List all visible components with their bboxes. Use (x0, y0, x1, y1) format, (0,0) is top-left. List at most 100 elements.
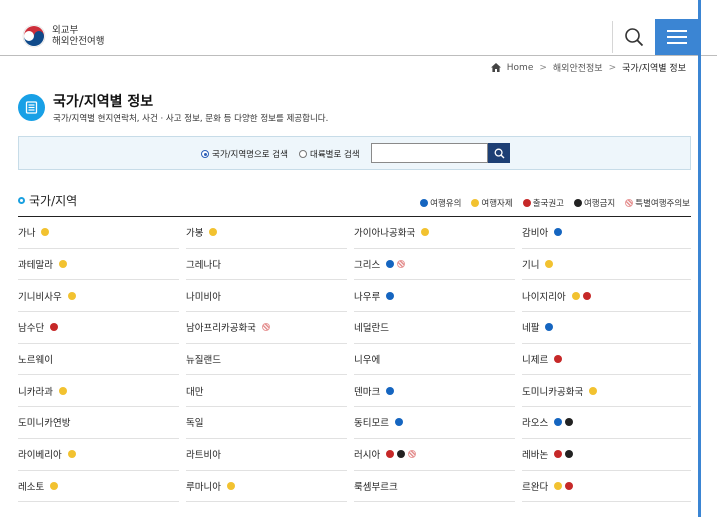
search-icon (494, 148, 504, 158)
legend-label: 출국권고 (532, 199, 564, 209)
country-item[interactable]: 루마니아 (186, 471, 347, 503)
country-item[interactable]: 노르웨이 (18, 344, 179, 376)
legend-item-restraint: 여행자제 (471, 197, 513, 209)
restraint-alert-icon (209, 228, 218, 237)
country-item[interactable]: 남아프리카공화국 (186, 312, 347, 344)
country-item[interactable]: 나우루 (354, 280, 515, 313)
breadcrumb: Home > 해외안전정보 > 국가/지역별 정보 (490, 61, 686, 74)
country-item[interactable]: 가봉 (186, 217, 347, 249)
country-item[interactable]: 가나 (18, 217, 179, 249)
country-name: 뉴질랜드 (186, 355, 221, 367)
departure-alert-icon (50, 323, 59, 332)
country-row: 가나 가봉 가이아나공화국 감비아 (18, 217, 691, 249)
restraint-alert-icon (58, 260, 67, 269)
country-name: 독일 (186, 418, 204, 430)
page-subtitle: 국가/지역별 현지연락처, 사건 · 사고 정보, 문화 등 다양한 정보를 제… (53, 114, 329, 124)
country-name: 네덜란드 (354, 323, 389, 335)
restraint-alert-icon (67, 450, 76, 459)
logo-line1: 외교부 (52, 25, 79, 36)
country-item[interactable]: 과테말라 (18, 249, 179, 281)
country-item[interactable]: 러시아 (354, 439, 515, 471)
restraint-alert-icon (226, 481, 235, 490)
country-item[interactable]: 네덜란드 (354, 312, 515, 344)
country-item[interactable]: 그리스 (354, 249, 515, 281)
country-row: 기니비사우 나미비아 나우루 나이지리아 (18, 280, 691, 313)
page-edge-bar (698, 0, 701, 517)
breadcrumb-home[interactable]: Home (507, 63, 534, 73)
country-item[interactable]: 니카라과 (18, 375, 179, 408)
country-item[interactable]: 룩셈부르크 (354, 471, 515, 503)
search-submit-button[interactable] (488, 143, 510, 163)
country-item[interactable]: 독일 (186, 407, 347, 439)
home-icon[interactable] (490, 63, 501, 72)
country-row: 노르웨이 뉴질랜드 니우에 니제르 (18, 344, 691, 376)
country-item[interactable]: 레바논 (522, 439, 691, 471)
breadcrumb-separator: > (539, 62, 547, 73)
legend-item-banned: 여행금지 (573, 197, 616, 209)
country-name: 니제르 (522, 355, 549, 367)
legend-item-departure: 출국권고 (522, 197, 564, 209)
banned-alert-icon (565, 450, 574, 459)
country-item[interactable]: 레소토 (18, 471, 179, 503)
country-item[interactable]: 감비아 (522, 217, 691, 249)
country-item[interactable]: 나미비아 (186, 280, 347, 313)
special-alert-icon (408, 450, 417, 459)
country-item[interactable]: 그레나다 (186, 249, 347, 281)
search-panel: 국가/지역명으로 검색 대륙별로 검색 (18, 136, 691, 170)
mofa-logo-icon[interactable] (22, 24, 46, 48)
departure-alert-icon (582, 291, 591, 300)
country-item[interactable]: 라트비아 (186, 439, 347, 471)
country-item[interactable]: 니제르 (522, 344, 691, 376)
country-name: 과테말라 (18, 260, 53, 272)
logo-text[interactable]: 외교부 해외안전여행 (52, 25, 104, 47)
breadcrumb-level1[interactable]: 해외안전정보 (553, 61, 603, 74)
country-item[interactable]: 기니비사우 (18, 280, 179, 313)
restraint-alert-icon (554, 481, 563, 490)
menu-button[interactable] (655, 19, 698, 55)
caution-alert-icon (386, 386, 395, 395)
country-item[interactable]: 니우에 (354, 344, 515, 376)
legend-label: 여행유의 (430, 199, 462, 209)
country-item[interactable]: 도미니카공화국 (522, 375, 691, 408)
country-item[interactable]: 르완다 (522, 471, 691, 503)
country-item[interactable]: 뉴질랜드 (186, 344, 347, 376)
restraint-alert-icon (67, 291, 76, 300)
country-item[interactable]: 도미니카연방 (18, 407, 179, 439)
country-item[interactable]: 남수단 (18, 312, 179, 344)
section-title-text: 국가/지역 (29, 194, 78, 208)
country-name: 가봉 (186, 228, 204, 240)
country-name: 니우에 (354, 355, 381, 367)
hamburger-icon (666, 30, 687, 32)
site-header: 외교부 해외안전여행 (0, 0, 717, 56)
page-title-icon (18, 94, 45, 121)
country-name: 네팔 (522, 323, 540, 335)
caution-alert-icon (554, 418, 563, 427)
country-row: 레소토 루마니아 룩셈부르크 르완다 (18, 471, 691, 503)
country-item[interactable]: 가이아나공화국 (354, 217, 515, 249)
header-search-button[interactable] (612, 21, 654, 53)
country-item[interactable]: 나이지리아 (522, 280, 691, 313)
legend-label: 여행금지 (583, 199, 616, 209)
search-input[interactable] (371, 143, 488, 163)
country-item[interactable]: 네팔 (522, 312, 691, 344)
country-name: 남아프리카공화국 (186, 323, 256, 335)
country-item[interactable]: 덴마크 (354, 375, 515, 408)
restraint-alert-icon (41, 228, 50, 237)
country-name: 동티모르 (354, 418, 389, 430)
radio-label: 대륙별로 검색 (310, 150, 360, 160)
radio-search-by-country[interactable]: 국가/지역명으로 검색 (201, 148, 288, 160)
country-item[interactable]: 대만 (186, 375, 347, 408)
search-icon (624, 28, 643, 47)
country-item[interactable]: 기니 (522, 249, 691, 281)
country-item[interactable]: 라오스 (522, 407, 691, 439)
caution-alert-icon (420, 199, 429, 207)
country-row: 니카라과 대만 덴마크 도미니카공화국 (18, 375, 691, 408)
country-item[interactable]: 라이베리아 (18, 439, 179, 471)
country-row: 과테말라 그레나다 그리스 기니 (18, 249, 691, 281)
bullet-ring-icon (18, 197, 25, 204)
radio-search-by-continent[interactable]: 대륙별로 검색 (299, 148, 360, 160)
country-item[interactable]: 동티모르 (354, 407, 515, 439)
special-alert-icon (625, 199, 634, 207)
country-name: 레소토 (18, 481, 45, 493)
country-name: 라트비아 (186, 450, 221, 462)
